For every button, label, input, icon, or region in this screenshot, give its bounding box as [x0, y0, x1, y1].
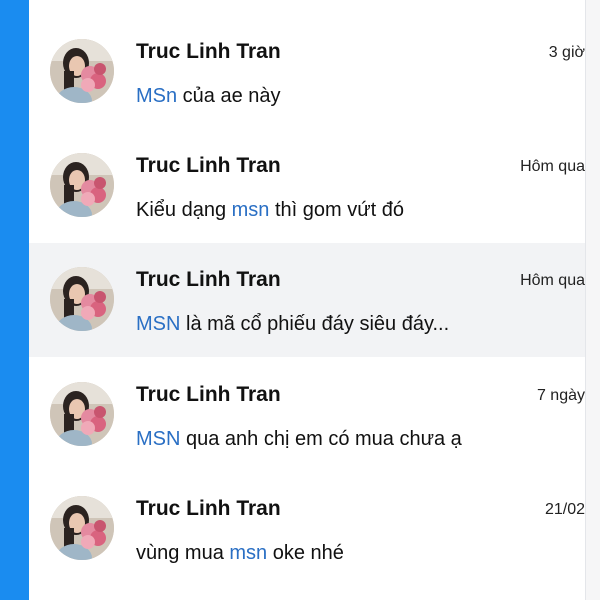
conversation-item[interactable]: Truc Linh Tran 3 giờ MSn của ae này — [29, 0, 585, 114]
message-snippet: MSN qua anh chị em có mua chưa ạ — [136, 428, 462, 451]
message-snippet: MSn của ae này — [136, 85, 281, 108]
message-time: Hôm qua — [520, 158, 585, 175]
conversation-item-selected[interactable]: Truc Linh Tran Hôm qua MSN là mã cổ phiế… — [29, 243, 585, 357]
message-text: vùng mua — [136, 542, 230, 564]
conversation-list: Truc Linh Tran 3 giờ MSn của ae này Truc… — [29, 0, 585, 600]
message-text: là mã cổ phiếu đáy siêu đáy... — [180, 313, 450, 335]
message-time: 3 giờ — [548, 44, 585, 61]
avatar — [50, 382, 114, 446]
avatar — [50, 496, 114, 560]
message-text: thì gom vứt đó — [269, 199, 404, 221]
message-text: qua anh chị em có mua chưa ạ — [180, 428, 462, 450]
message-snippet: Kiểu dạng msn thì gom vứt đó — [136, 199, 404, 222]
conversation-item[interactable]: Truc Linh Tran 7 ngày MSN qua anh chị em… — [29, 357, 585, 471]
message-time: 21/02 — [544, 501, 585, 518]
scrollbar-track[interactable] — [585, 0, 600, 600]
chat-search-results: Truc Linh Tran 3 giờ MSn của ae này Truc… — [0, 0, 600, 600]
message-text: Kiểu dạng — [136, 199, 232, 221]
keyword-highlight: MSN — [136, 428, 181, 450]
keyword-highlight: msn — [229, 542, 268, 564]
message-snippet: vùng mua msn oke nhé — [136, 542, 344, 565]
keyword-highlight: msn — [231, 199, 270, 221]
sender-name: Truc Linh Tran — [136, 268, 281, 291]
avatar — [50, 39, 114, 103]
message-snippet: MSN là mã cổ phiếu đáy siêu đáy... — [136, 313, 449, 336]
avatar — [50, 153, 114, 217]
sender-name: Truc Linh Tran — [136, 40, 281, 63]
conversation-item[interactable]: Truc Linh Tran 21/02 vùng mua msn oke nh… — [29, 471, 585, 585]
message-text: oke nhé — [267, 542, 344, 564]
message-time: Hôm qua — [520, 272, 585, 289]
sender-name: Truc Linh Tran — [136, 383, 281, 406]
avatar — [50, 267, 114, 331]
accent-sidebar-bar — [0, 0, 29, 600]
sender-name: Truc Linh Tran — [136, 497, 281, 520]
keyword-highlight: MSn — [136, 85, 178, 107]
message-text: của ae này — [177, 85, 281, 107]
sender-name: Truc Linh Tran — [136, 154, 281, 177]
message-time: 7 ngày — [536, 387, 585, 404]
conversation-item[interactable]: Truc Linh Tran Hôm qua Kiểu dạng msn thì… — [29, 128, 585, 242]
keyword-highlight: MSN — [136, 313, 181, 335]
